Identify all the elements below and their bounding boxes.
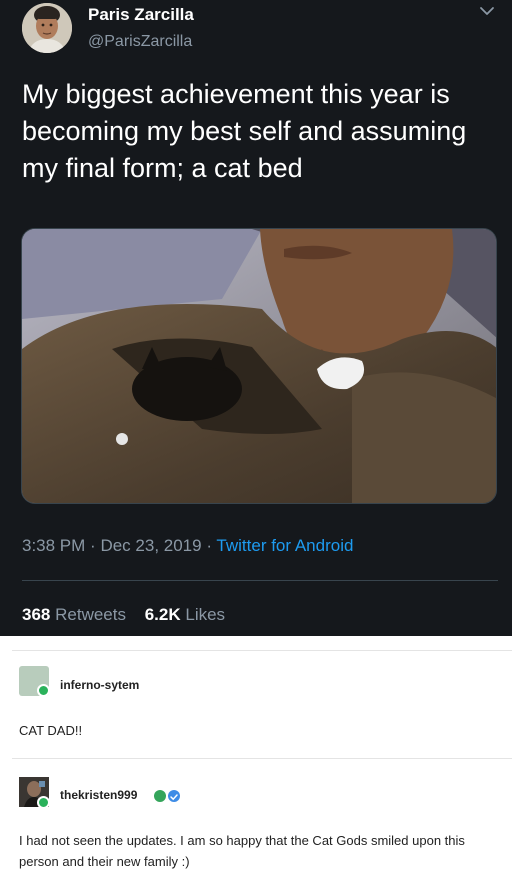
- tweet-text: My biggest achievement this year is beco…: [22, 79, 467, 183]
- likes-stat[interactable]: 6.2K Likes: [145, 605, 225, 624]
- reblog-text: I had not seen the updates. I am so happ…: [19, 833, 465, 869]
- tweet-date[interactable]: Dec 23, 2019: [100, 536, 201, 555]
- divider: [12, 758, 512, 759]
- retweets-stat[interactable]: 368 Retweets: [22, 605, 126, 624]
- author-handle[interactable]: @ParisZarcilla: [88, 33, 192, 51]
- tweet-photo[interactable]: [21, 228, 497, 504]
- chevron-down-icon[interactable]: [478, 4, 496, 18]
- online-dot-icon: [37, 796, 50, 809]
- retweets-label: Retweets: [55, 605, 126, 624]
- retweets-count: 368: [22, 605, 51, 624]
- tweet-meta: 3:38 PM · Dec 23, 2019 · Twitter for And…: [22, 536, 353, 556]
- blog-name[interactable]: thekristen999: [60, 788, 137, 802]
- online-dot-icon: [37, 684, 50, 697]
- divider: [12, 650, 512, 651]
- meta-separator: ·: [206, 536, 212, 555]
- reblog-chain: inferno-sytem CAT DAD!! thekristen999 I …: [0, 636, 512, 874]
- verified-badge-icon: [154, 790, 166, 802]
- blog-name[interactable]: inferno-sytem: [60, 678, 139, 692]
- meta-separator: ·: [90, 536, 96, 555]
- likes-count: 6.2K: [144, 605, 181, 624]
- reblog-text: CAT DAD!!: [19, 723, 83, 738]
- divider: [22, 580, 498, 581]
- tweet-source-link[interactable]: Twitter for Android: [216, 536, 353, 555]
- likes-label: Likes: [185, 605, 226, 624]
- author-name[interactable]: Paris Zarcilla: [88, 5, 194, 25]
- author-avatar[interactable]: [22, 3, 72, 53]
- tweet-time[interactable]: 3:38 PM: [22, 536, 85, 555]
- tweet-stats: 368 Retweets 6.2K Likes: [22, 605, 225, 625]
- verified-badge-icon: [168, 790, 180, 802]
- tweet-card: Paris Zarcilla @ParisZarcilla My biggest…: [0, 0, 512, 636]
